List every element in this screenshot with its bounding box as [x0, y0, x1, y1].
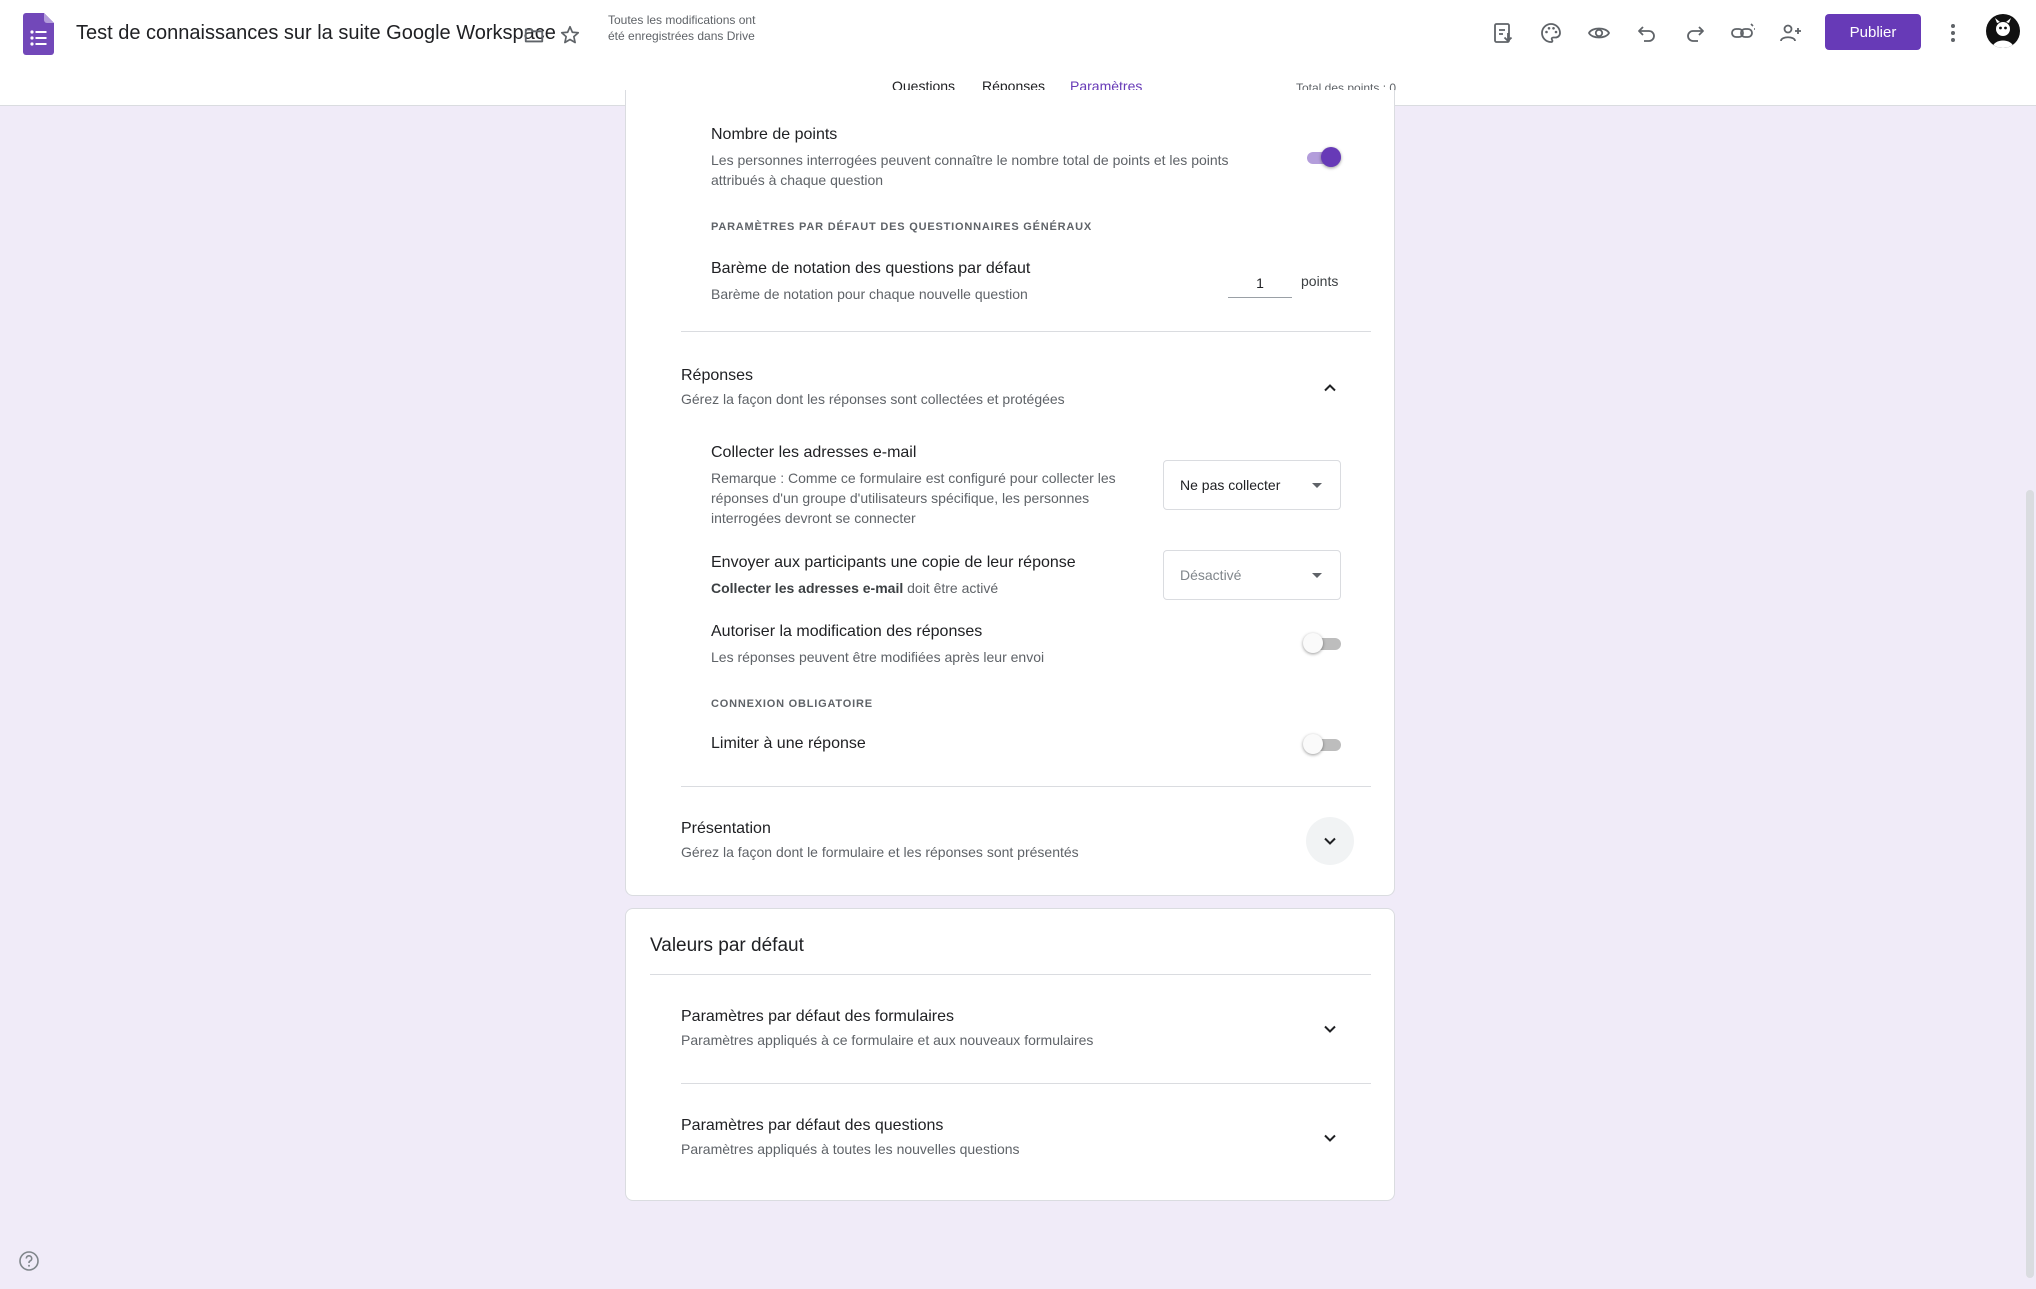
- divider: [650, 974, 1371, 975]
- customize-theme-button[interactable]: [1531, 13, 1571, 53]
- link-icon: [1731, 23, 1755, 38]
- chevron-down-icon: [1324, 837, 1336, 845]
- scrollbar-thumb[interactable]: [2026, 490, 2034, 1278]
- defaults-card-title: Valeurs par défaut: [650, 935, 804, 956]
- responses-section-desc: Gérez la façon dont les réponses sont co…: [681, 391, 1065, 407]
- dropdown-arrow-icon: [1312, 483, 1322, 488]
- import-icon: [1494, 23, 1513, 43]
- form-defaults-desc: Paramètres appliqués à ce formulaire et …: [681, 1032, 1094, 1048]
- help-button[interactable]: [18, 1250, 40, 1272]
- person-add-icon: [1780, 24, 1801, 42]
- send-copy-desc: Collecter les adresses e-mail doit être …: [711, 578, 998, 598]
- expand-presentation-button[interactable]: [1306, 817, 1354, 865]
- palette-icon: [1541, 23, 1561, 43]
- allow-edit-title: Autoriser la modification des réponses: [711, 623, 983, 640]
- help-icon: [19, 1251, 39, 1271]
- question-defaults-title: Paramètres par défaut des questions: [681, 1117, 944, 1134]
- star-icon[interactable]: [556, 21, 584, 49]
- more-options-button[interactable]: [1933, 13, 1973, 53]
- collapse-responses-button[interactable]: [1306, 364, 1354, 412]
- limit-one-title: Limiter à une réponse: [711, 735, 866, 752]
- presentation-section-desc: Gérez la façon dont le formulaire et les…: [681, 844, 1079, 860]
- points-unit-label: points: [1301, 273, 1339, 289]
- eye-icon: [1587, 27, 1611, 39]
- form-defaults-title: Paramètres par défaut des formulaires: [681, 1008, 955, 1025]
- account-avatar[interactable]: [1986, 14, 2020, 48]
- default-points-input[interactable]: 1: [1228, 268, 1292, 298]
- default-scale-title: Barème de notation des questions par déf…: [711, 260, 1031, 277]
- chevron-down-icon: [1324, 1134, 1336, 1142]
- points-toggle[interactable]: [1303, 147, 1341, 167]
- document-title[interactable]: Test de connaissances sur la suite Googl…: [76, 22, 556, 45]
- send-copy-select[interactable]: Désactivé: [1163, 550, 1341, 600]
- default-scale-desc: Barème de notation pour chaque nouvelle …: [711, 286, 1028, 302]
- points-setting-desc: Les personnes interrogées peuvent connaî…: [711, 152, 1229, 188]
- send-copy-desc-rest: doit être activé: [903, 580, 999, 596]
- preview-button[interactable]: [1579, 13, 1619, 53]
- limit-one-toggle[interactable]: [1303, 734, 1341, 754]
- collect-email-value: Ne pas collecter: [1180, 477, 1281, 493]
- redo-icon: [1687, 26, 1704, 42]
- responses-section-title: Réponses: [681, 367, 754, 384]
- allow-edit-desc: Les réponses peuvent être modifiées aprè…: [711, 649, 1045, 665]
- collect-email-title: Collecter les adresses e-mail: [711, 444, 917, 461]
- allow-edit-toggle[interactable]: [1303, 633, 1341, 653]
- divider: [681, 1083, 1371, 1084]
- dropdown-arrow-icon: [1312, 573, 1322, 578]
- divider: [681, 786, 1371, 787]
- chevron-up-icon: [1324, 384, 1336, 392]
- chevron-down-icon: [1324, 1025, 1336, 1033]
- google-forms-logo[interactable]: [23, 13, 54, 55]
- defaults-card: Valeurs par défaut Paramètres par défaut…: [625, 908, 1395, 1201]
- undo-icon: [1638, 26, 1655, 42]
- send-copy-desc-bold: Collecter les adresses e-mail: [711, 580, 904, 596]
- general-defaults-caption: Paramètres par défaut des questionnaires…: [711, 221, 1093, 233]
- add-collaborators-button[interactable]: [1771, 13, 1811, 53]
- expand-form-defaults-button[interactable]: [1306, 1005, 1354, 1053]
- points-setting-title: Nombre de points: [711, 126, 838, 143]
- redo-button[interactable]: [1675, 13, 1715, 53]
- login-required-caption: Connexion obligatoire: [711, 698, 873, 710]
- collect-email-desc: Remarque : Comme ce formulaire est confi…: [711, 470, 1116, 526]
- folder-icon[interactable]: [520, 21, 548, 49]
- more-vert-icon: [1951, 24, 1955, 42]
- import-questions-button[interactable]: [1483, 13, 1523, 53]
- send-copy-value: Désactivé: [1180, 567, 1242, 583]
- undo-button[interactable]: [1627, 13, 1667, 53]
- send-copy-title: Envoyer aux participants une copie de le…: [711, 554, 1076, 571]
- collect-email-select[interactable]: Ne pas collecter: [1163, 460, 1341, 510]
- question-defaults-desc: Paramètres appliqués à toutes les nouvel…: [681, 1141, 1020, 1157]
- divider: [681, 331, 1371, 332]
- expand-question-defaults-button[interactable]: [1306, 1114, 1354, 1162]
- settings-card: Nombre de points Les personnes interrogé…: [625, 90, 1395, 896]
- save-status: Toutes les modifications ont été enregis…: [608, 13, 756, 43]
- presentation-section-title: Présentation: [681, 820, 771, 837]
- publish-button[interactable]: Publier: [1825, 14, 1921, 50]
- copy-link-button[interactable]: [1723, 13, 1763, 53]
